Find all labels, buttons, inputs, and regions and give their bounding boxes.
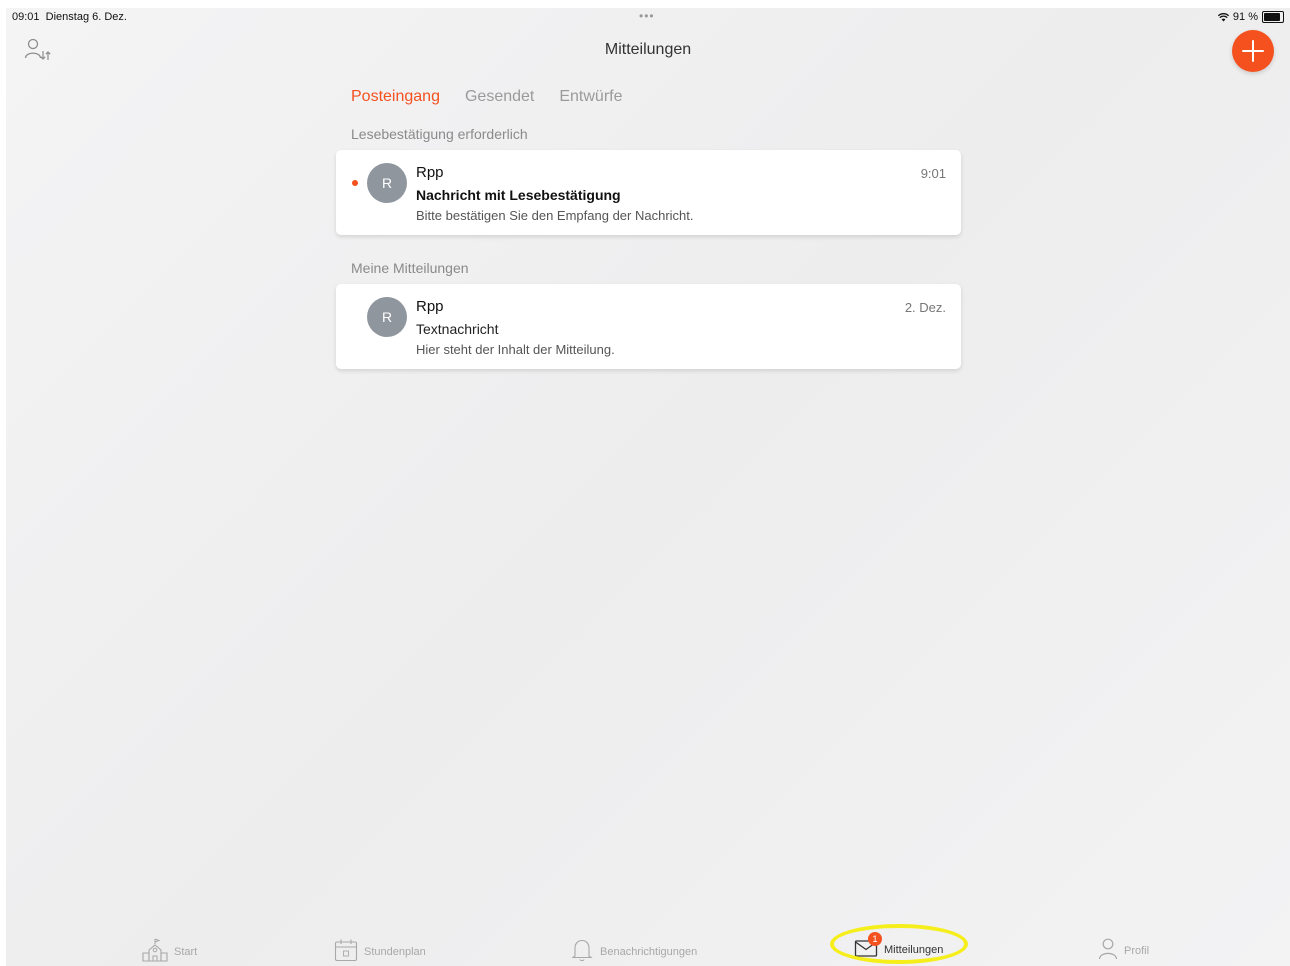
unread-indicator [352,180,358,186]
highlight-annotation [830,924,968,964]
tab-entwuerfe[interactable]: Entwürfe [559,88,622,106]
message-subject: Nachricht mit Lesebestätigung [416,187,621,203]
message-time: 2. Dez. [904,300,946,315]
tab-gesendet[interactable]: Gesendet [465,88,534,106]
battery-fill [1264,13,1281,21]
message-preview: Bitte bestätigen Sie den Empfang der Nac… [416,208,694,223]
bottom-tab-bar: Start Stundenplan Benachrichtigungen Mit… [6,928,1290,966]
message-sender: Rpp [416,298,444,315]
page-title: Mitteilungen [604,41,692,58]
status-bar: 09:01 Dienstag 6. Dez. ••• 91 % [6,8,1290,28]
status-right: 91 % [1217,11,1284,23]
calendar-icon [334,939,358,962]
multitasking-dots[interactable]: ••• [639,9,655,23]
message-card[interactable]: R Rpp Nachricht mit Lesebestätigung Bitt… [336,150,961,235]
message-preview: Hier steht der Inhalt der Mitteilung. [416,342,615,357]
tabbar-label: Profil [1124,944,1150,957]
school-icon [142,938,168,962]
status-time: 09:01 [12,11,40,23]
battery-percent: 91 % [1232,11,1258,23]
section-label-read-receipt: Lesebestätigung erforderlich [351,126,528,142]
mailbox-tabs: Posteingang Gesendet Entwürfe [351,88,623,106]
battery-icon [1262,11,1284,23]
tabbar-label: Benachrichtigungen [600,945,698,958]
avatar: R [367,297,407,337]
status-date: Dienstag 6. Dez. [45,11,127,23]
avatar: R [367,163,407,203]
message-sender: Rpp [416,164,444,181]
message-card[interactable]: R Rpp Textnachricht Hier steht der Inhal… [336,284,961,369]
section-label-my-messages: Meine Mitteilungen [351,260,469,276]
tab-posteingang[interactable]: Posteingang [351,88,440,106]
plus-icon [1242,40,1264,62]
app-screen: 09:01 Dienstag 6. Dez. ••• 91 % Mitteilu… [6,8,1290,966]
tabbar-item-profil[interactable]: Profil [1098,938,1149,960]
tabbar-item-benachrichtigungen[interactable]: Benachrichtigungen [570,938,697,962]
add-message-button[interactable] [1232,30,1274,72]
message-time: 9:01 [920,166,946,181]
person-icon [1098,938,1118,960]
tabbar-item-stundenplan[interactable]: Stundenplan [334,938,426,962]
tabbar-item-start[interactable]: Start [142,938,197,962]
status-time-date: 09:01 Dienstag 6. Dez. [12,11,127,23]
tabbar-label: Stundenplan [364,945,426,958]
wifi-icon [1217,12,1229,21]
tabbar-label: Start [174,945,198,958]
bell-icon [571,939,593,962]
message-subject: Textnachricht [416,321,499,337]
